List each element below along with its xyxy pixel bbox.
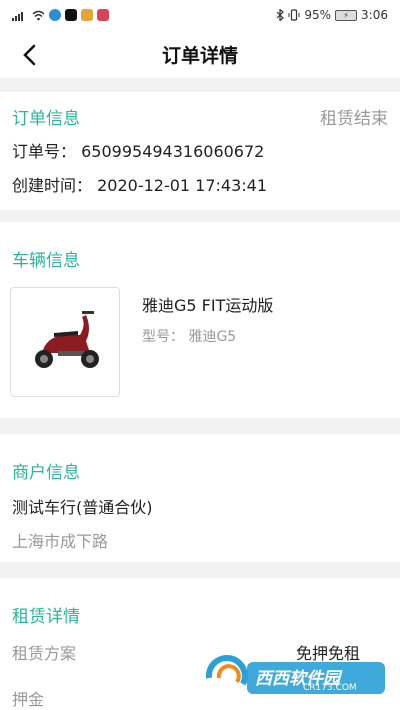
signal-icon bbox=[12, 11, 23, 21]
vehicle-model-label: 型号： bbox=[142, 329, 184, 345]
created-time-label: 创建时间： bbox=[12, 176, 93, 195]
app-notification-icon bbox=[49, 9, 61, 21]
order-number: 650995494316060672 bbox=[81, 142, 265, 161]
vehicle-image[interactable] bbox=[10, 287, 120, 397]
order-info-title: 订单信息 bbox=[12, 109, 80, 129]
watermark-url: CR173.COM bbox=[303, 683, 357, 693]
deposit-label: 押金 bbox=[12, 690, 45, 709]
merchant-address: 上海市成下路 bbox=[12, 532, 109, 551]
created-time: 2020-12-01 17:43:41 bbox=[97, 176, 268, 195]
rental-plan-label: 租赁方案 bbox=[12, 644, 77, 663]
vehicle-model-row: 型号： 雅迪G5 bbox=[142, 326, 236, 346]
bluetooth-icon bbox=[276, 9, 285, 21]
nav-bar: 订单详情 bbox=[0, 30, 400, 78]
wifi-icon bbox=[32, 10, 45, 20]
tiktok-icon bbox=[65, 9, 77, 21]
vehicle-info-section: 车辆信息 雅迪G5 FIT运动版 型号： 雅迪G5 bbox=[0, 222, 400, 418]
scooter-icon bbox=[35, 311, 99, 368]
watermark-logo: 西西软件园 CR173.COM bbox=[203, 654, 388, 702]
rental-detail-title: 租赁详情 bbox=[12, 607, 80, 627]
vehicle-info-title: 车辆信息 bbox=[12, 251, 80, 271]
app-notification-icon bbox=[81, 9, 93, 21]
order-number-label: 订单号： bbox=[12, 142, 77, 161]
status-bar: 95% ⚡ 3:06 bbox=[0, 0, 400, 30]
vibrate-icon bbox=[288, 9, 300, 21]
created-time-row: 创建时间： 2020-12-01 17:43:41 bbox=[12, 172, 267, 196]
page-title: 订单详情 bbox=[161, 44, 238, 67]
app-notification-icon bbox=[97, 9, 109, 21]
chevron-left-icon bbox=[23, 44, 36, 66]
status-icons-left bbox=[12, 9, 109, 21]
order-number-row: 订单号： 650995494316060672 bbox=[12, 138, 264, 162]
clock: 3:06 bbox=[361, 8, 388, 22]
battery-icon: ⚡ bbox=[335, 9, 358, 21]
vehicle-model: 雅迪G5 bbox=[188, 329, 237, 345]
vehicle-name: 雅迪G5 FIT运动版 bbox=[142, 296, 274, 315]
order-status: 租赁结束 bbox=[320, 109, 388, 129]
order-info-section: 订单信息 租赁结束 订单号： 650995494316060672 创建时间： … bbox=[0, 92, 400, 210]
status-icons-right: 95% ⚡ 3:06 bbox=[276, 8, 388, 22]
back-button[interactable] bbox=[14, 40, 44, 70]
merchant-name: 测试车行(普通合伙) bbox=[12, 498, 153, 517]
battery-percent: 95% bbox=[304, 8, 332, 22]
merchant-info-title: 商户信息 bbox=[12, 463, 80, 483]
merchant-info-section: 商户信息 测试车行(普通合伙) 上海市成下路 bbox=[0, 434, 400, 562]
